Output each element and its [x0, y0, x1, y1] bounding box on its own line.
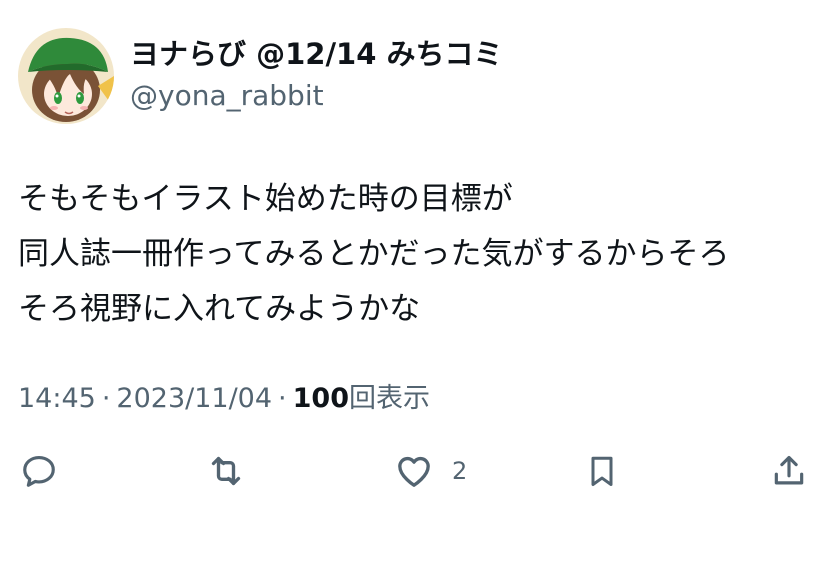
user-handle[interactable]: @yona_rabbit [130, 78, 324, 114]
avatar[interactable] [18, 28, 114, 124]
tweet-text-line: そろ視野に入れてみようかな [18, 291, 421, 327]
display-name[interactable]: ヨナらび @12/14 みちコミ [130, 36, 503, 72]
like-count: 2 [452, 457, 468, 485]
tweet-text-line: 同人誌一冊作ってみるとかだった気がするからそろ [18, 236, 730, 272]
heart-icon [398, 456, 430, 487]
tweet-date[interactable]: 2023/11/04 [116, 383, 272, 414]
meta-separator: · [101, 383, 111, 414]
share-button[interactable] [770, 446, 808, 496]
retweet-icon [211, 456, 241, 486]
meta-separator: · [278, 383, 287, 414]
bookmark-icon [591, 456, 613, 486]
avatar-illustration [18, 28, 114, 124]
like-button[interactable]: 2 [394, 446, 467, 496]
reply-button[interactable] [20, 446, 58, 496]
share-icon [774, 455, 804, 485]
tweet-detail: ヨナらび @12/14 みちコミ @yona_rabbit そもそもイラスト始め… [0, 0, 828, 563]
tweet-text-line: そもそもイラスト始めた時の目標が [18, 181, 513, 217]
bookmark-button[interactable] [584, 446, 620, 496]
tweet-text: そもそもイラスト始めた時の目標が 同人誌一冊作ってみるとかだった気がするからそろ… [18, 172, 818, 337]
action-bar: 2 [0, 446, 828, 496]
views-label: 回表示 [349, 383, 430, 414]
tweet-meta: 14:45 · 2023/11/04 · 100回表示 [18, 381, 430, 417]
views-count: 100 [292, 383, 349, 414]
retweet-button[interactable] [206, 446, 246, 496]
tweet-time[interactable]: 14:45 [18, 383, 96, 414]
reply-icon [23, 455, 55, 487]
